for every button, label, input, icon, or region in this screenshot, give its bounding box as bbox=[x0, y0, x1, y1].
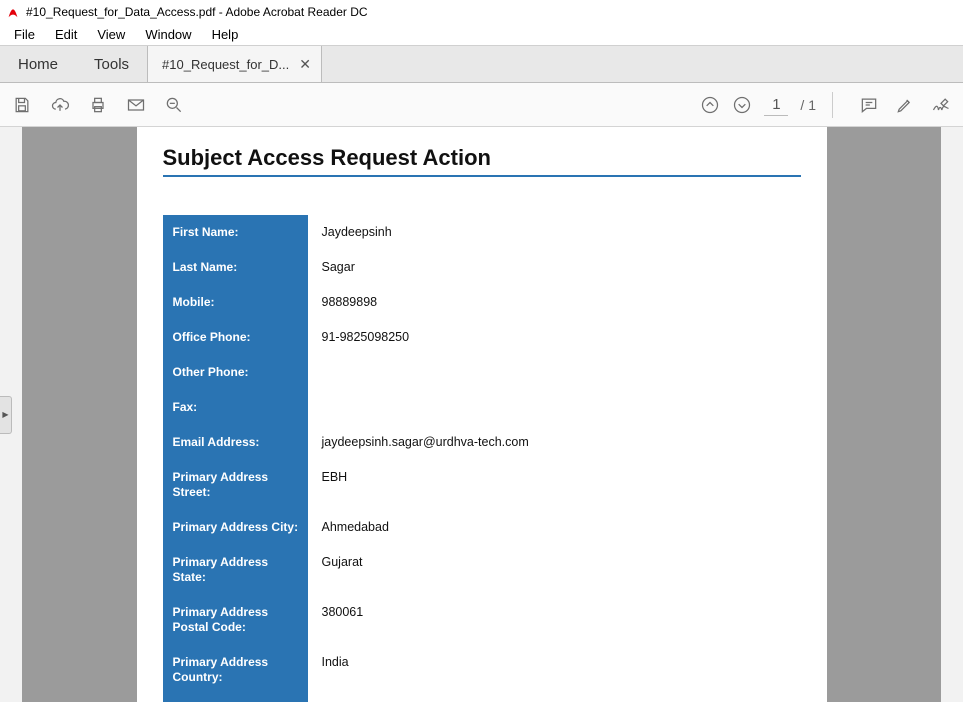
field-row: Fax: bbox=[163, 390, 801, 425]
field-label: Primary Address City: bbox=[163, 510, 308, 545]
field-row: Birthdate: bbox=[163, 695, 801, 702]
zoom-icon[interactable] bbox=[164, 95, 184, 115]
page-stage: Subject Access Request Action First Name… bbox=[22, 127, 941, 702]
field-row: Other Phone: bbox=[163, 355, 801, 390]
field-label: Last Name: bbox=[163, 250, 308, 285]
field-row: Last Name:Sagar bbox=[163, 250, 801, 285]
close-tab-icon[interactable]: ✕ bbox=[299, 56, 311, 73]
tab-bar: Home Tools #10_Request_for_D... ✕ bbox=[0, 46, 963, 83]
page-down-icon[interactable] bbox=[732, 95, 752, 115]
highlight-icon[interactable] bbox=[895, 95, 915, 115]
field-label: Primary Address Postal Code: bbox=[163, 595, 308, 645]
toolbar-right bbox=[859, 95, 951, 115]
menu-file[interactable]: File bbox=[4, 25, 45, 44]
field-label: Primary Address Street: bbox=[163, 460, 308, 510]
field-value bbox=[308, 390, 801, 410]
field-row: Primary Address Postal Code:380061 bbox=[163, 595, 801, 645]
field-value: Ahmedabad bbox=[308, 510, 801, 544]
field-label: Mobile: bbox=[163, 285, 308, 320]
field-label: Other Phone: bbox=[163, 355, 308, 390]
field-value bbox=[308, 355, 801, 375]
field-table: First Name:JaydeepsinhLast Name:SagarMob… bbox=[163, 215, 801, 702]
tab-document[interactable]: #10_Request_for_D... ✕ bbox=[147, 46, 322, 82]
page-up-icon[interactable] bbox=[700, 95, 720, 115]
field-label: Birthdate: bbox=[163, 695, 308, 702]
field-value: Sagar bbox=[308, 250, 801, 284]
toolbar-divider bbox=[832, 92, 833, 118]
field-value: jaydeepsinh.sagar@urdhva-tech.com bbox=[308, 425, 801, 459]
field-label: Email Address: bbox=[163, 425, 308, 460]
title-bar: #10_Request_for_Data_Access.pdf - Adobe … bbox=[0, 0, 963, 24]
menu-view[interactable]: View bbox=[87, 25, 135, 44]
field-value: Gujarat bbox=[308, 545, 801, 579]
comment-icon[interactable] bbox=[859, 95, 879, 115]
toolbar-left bbox=[12, 95, 184, 115]
toolbar-center: / 1 bbox=[184, 92, 859, 118]
field-label: First Name: bbox=[163, 215, 308, 250]
page-total-label: / 1 bbox=[800, 97, 816, 113]
field-label: Primary Address Country: bbox=[163, 645, 308, 695]
cloud-upload-icon[interactable] bbox=[50, 95, 70, 115]
field-value: India bbox=[308, 645, 801, 679]
field-label: Fax: bbox=[163, 390, 308, 425]
content-area: ▶ Subject Access Request Action First Na… bbox=[0, 127, 963, 702]
right-gutter bbox=[941, 127, 963, 702]
acrobat-icon bbox=[6, 5, 20, 19]
window-title: #10_Request_for_Data_Access.pdf - Adobe … bbox=[26, 5, 368, 19]
field-row: Mobile:98889898 bbox=[163, 285, 801, 320]
field-value: 91-9825098250 bbox=[308, 320, 801, 354]
field-row: First Name:Jaydeepsinh bbox=[163, 215, 801, 250]
sidebar-expand-handle[interactable]: ▶ bbox=[0, 396, 12, 434]
document-title: Subject Access Request Action bbox=[163, 145, 801, 177]
email-icon[interactable] bbox=[126, 95, 146, 115]
tab-document-label: #10_Request_for_D... bbox=[162, 57, 289, 72]
page-number-input[interactable] bbox=[764, 94, 788, 116]
field-row: Office Phone:91-9825098250 bbox=[163, 320, 801, 355]
sign-icon[interactable] bbox=[931, 95, 951, 115]
field-value: Jaydeepsinh bbox=[308, 215, 801, 249]
field-label: Office Phone: bbox=[163, 320, 308, 355]
tab-home[interactable]: Home bbox=[0, 46, 76, 82]
menu-bar: File Edit View Window Help bbox=[0, 24, 963, 46]
save-icon[interactable] bbox=[12, 95, 32, 115]
toolbar: / 1 bbox=[0, 83, 963, 127]
menu-window[interactable]: Window bbox=[135, 25, 201, 44]
field-row: Primary Address Country:India bbox=[163, 645, 801, 695]
field-value: 98889898 bbox=[308, 285, 801, 319]
field-row: Primary Address City:Ahmedabad bbox=[163, 510, 801, 545]
menu-help[interactable]: Help bbox=[202, 25, 249, 44]
field-value: 380061 bbox=[308, 595, 801, 629]
field-row: Primary Address Street:EBH bbox=[163, 460, 801, 510]
field-value: EBH bbox=[308, 460, 801, 494]
menu-edit[interactable]: Edit bbox=[45, 25, 87, 44]
field-value bbox=[308, 695, 801, 702]
field-label: Primary Address State: bbox=[163, 545, 308, 595]
pdf-page: Subject Access Request Action First Name… bbox=[137, 127, 827, 702]
field-row: Primary Address State:Gujarat bbox=[163, 545, 801, 595]
print-icon[interactable] bbox=[88, 95, 108, 115]
tab-tools[interactable]: Tools bbox=[76, 46, 147, 82]
field-row: Email Address:jaydeepsinh.sagar@urdhva-t… bbox=[163, 425, 801, 460]
